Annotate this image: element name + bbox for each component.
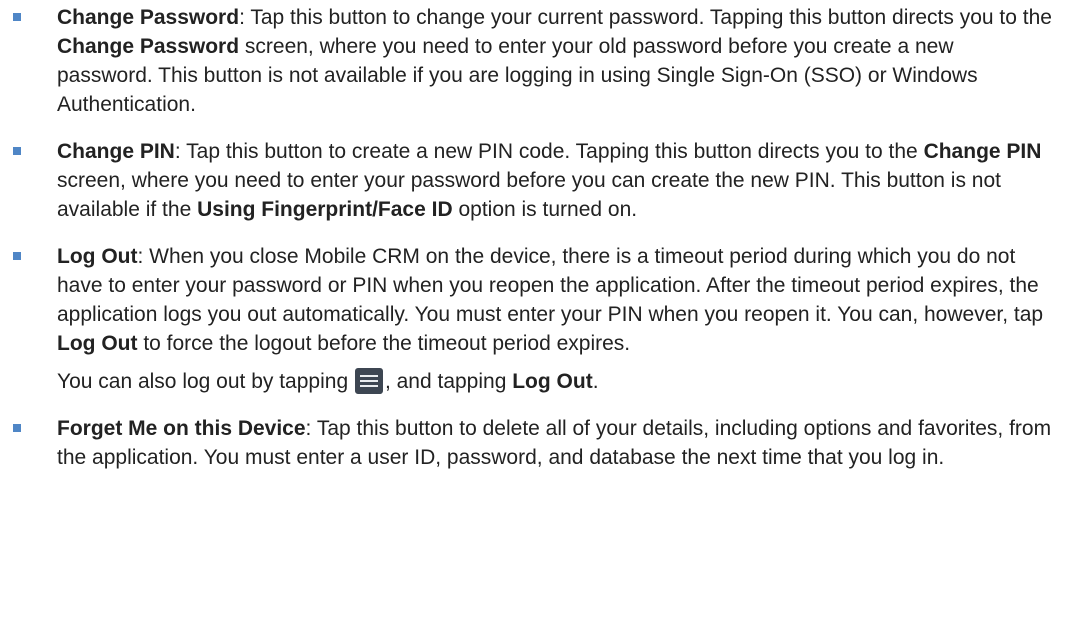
list-item-change-password: Change Password: Tap this button to chan… (0, 3, 1066, 119)
bold-text: Log Out (57, 332, 138, 355)
item-text: option is turned on. (452, 198, 638, 221)
bold-text: Log Out (512, 370, 593, 393)
bold-text: Change Password (57, 35, 240, 58)
hamburger-menu-icon (354, 368, 383, 394)
menu-line (359, 375, 378, 377)
term-label: Change PIN (57, 140, 175, 163)
item-text: . (592, 370, 599, 393)
list-item-paragraph: Forget Me on this Device: Tap this butto… (57, 414, 1054, 472)
item-text: : When you close Mobile CRM on the devic… (57, 245, 1044, 326)
item-text: You can also log out by tapping (57, 370, 354, 393)
document-page: Change Password: Tap this button to chan… (0, 0, 1066, 617)
list-item-paragraph: Log Out: When you close Mobile CRM on th… (57, 242, 1054, 358)
list-item-extra-paragraph: You can also log out by tapping , and ta… (57, 367, 1054, 396)
item-text: : Tap this button to create a new PIN co… (174, 140, 924, 163)
term-label: Forget Me on this Device (57, 417, 306, 440)
item-text: to force the logout before the timeout p… (137, 332, 631, 355)
bold-text: Change PIN (923, 140, 1042, 163)
term-label: Change Password (57, 6, 240, 29)
menu-line (359, 380, 378, 382)
bold-text: Using Fingerprint/Face ID (197, 198, 453, 221)
bullet-marker (13, 252, 21, 260)
list-item-paragraph: Change Password: Tap this button to chan… (57, 3, 1054, 119)
list-item-paragraph: Change PIN: Tap this button to create a … (57, 137, 1054, 224)
bullet-marker (13, 13, 21, 21)
bullet-marker (13, 424, 21, 432)
item-text: : Tap this button to change your current… (239, 6, 1052, 29)
term-label: Log Out (57, 245, 138, 268)
menu-line (359, 385, 378, 387)
bullet-marker (13, 147, 21, 155)
list-item-change-pin: Change PIN: Tap this button to create a … (0, 137, 1066, 224)
item-text: , and tapping (384, 370, 513, 393)
list-item-forget-me: Forget Me on this Device: Tap this butto… (0, 414, 1066, 472)
list-item-log-out: Log Out: When you close Mobile CRM on th… (0, 242, 1066, 396)
